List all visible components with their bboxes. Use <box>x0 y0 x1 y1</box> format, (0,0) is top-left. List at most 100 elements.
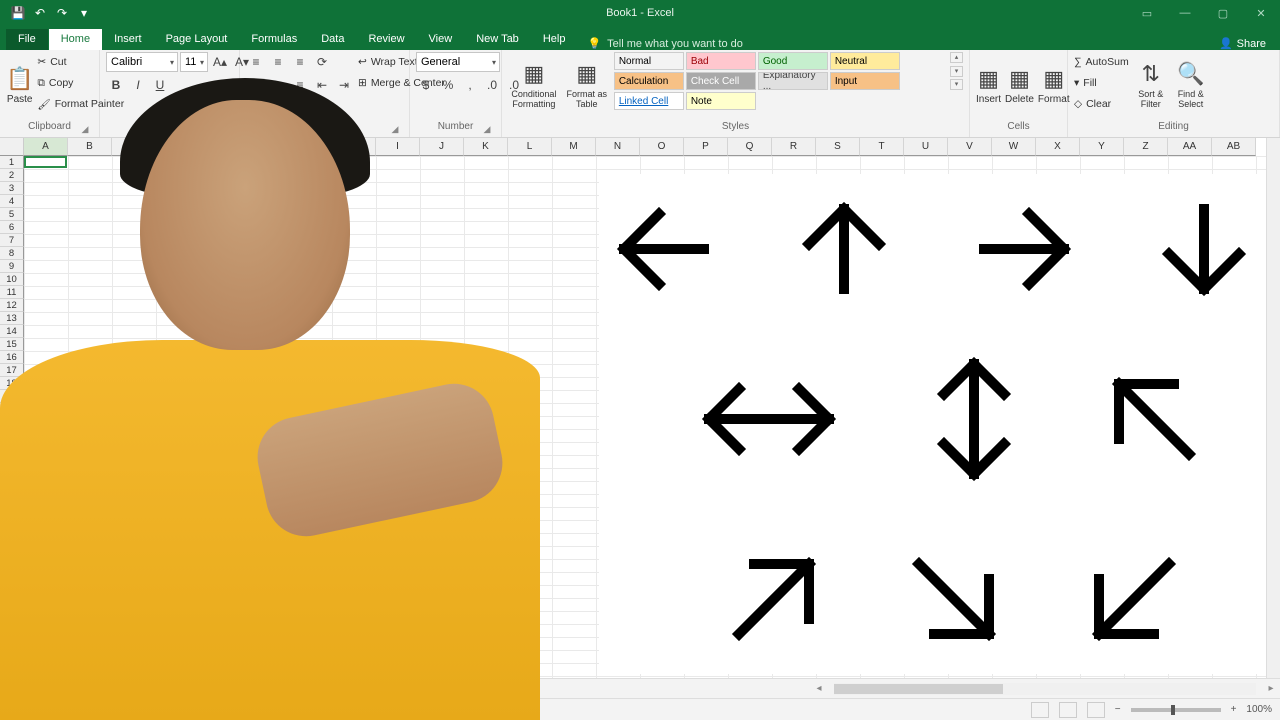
undo-icon[interactable]: ↶ <box>32 5 48 21</box>
row-header-18[interactable]: 18 <box>0 377 24 390</box>
row-header-17[interactable]: 17 <box>0 364 24 377</box>
view-normal-icon[interactable] <box>1031 702 1049 718</box>
row-header-7[interactable]: 7 <box>0 234 24 247</box>
zoom-in-icon[interactable]: + <box>1231 704 1237 715</box>
row-header-15[interactable]: 15 <box>0 338 24 351</box>
styles-up-icon[interactable]: ▴ <box>950 52 963 63</box>
vertical-scrollbar[interactable] <box>1266 138 1280 678</box>
hscroll-left-icon[interactable]: ◂ <box>810 683 828 694</box>
row-header-23[interactable]: 23 <box>0 442 24 455</box>
row-header-11[interactable]: 11 <box>0 286 24 299</box>
col-header-V[interactable]: V <box>948 138 992 156</box>
col-header-T[interactable]: T <box>860 138 904 156</box>
styles-down-icon[interactable]: ▾ <box>950 66 963 77</box>
align-bottom-icon[interactable]: ≡ <box>290 52 310 72</box>
col-header-I[interactable]: I <box>376 138 420 156</box>
percent-icon[interactable]: % <box>438 75 458 95</box>
row-header-10[interactable]: 10 <box>0 273 24 286</box>
number-launcher[interactable]: ◢ <box>481 124 493 136</box>
col-header-AB[interactable]: AB <box>1212 138 1256 156</box>
row-header-21[interactable]: 21 <box>0 416 24 429</box>
close-icon[interactable]: ✕ <box>1242 0 1280 26</box>
row-header-14[interactable]: 14 <box>0 325 24 338</box>
delete-cells-button[interactable]: ▦Delete <box>1005 52 1034 118</box>
col-header-R[interactable]: R <box>772 138 816 156</box>
italic-button[interactable]: I <box>128 75 148 95</box>
view-page-break-icon[interactable] <box>1087 702 1105 718</box>
align-top-icon[interactable]: ≡ <box>246 52 266 72</box>
col-header-C[interactable]: C <box>112 138 156 156</box>
font-size-combo[interactable]: 11▾ <box>180 52 208 72</box>
col-header-D[interactable]: D <box>156 138 200 156</box>
indent-dec-icon[interactable]: ⇤ <box>312 75 332 95</box>
insert-cells-button[interactable]: ▦Insert <box>976 52 1001 118</box>
row-header-9[interactable]: 9 <box>0 260 24 273</box>
ribbon-options-icon[interactable]: ▭ <box>1128 0 1166 26</box>
minimize-icon[interactable]: — <box>1166 0 1204 26</box>
font-name-combo[interactable]: Calibri▾ <box>106 52 178 72</box>
horizontal-scrollbar[interactable] <box>834 683 1256 695</box>
underline-button[interactable]: U <box>150 75 170 95</box>
col-header-P[interactable]: P <box>684 138 728 156</box>
col-header-L[interactable]: L <box>508 138 552 156</box>
tell-me-search[interactable]: 💡 Tell me what you want to do <box>577 37 752 50</box>
row-header-6[interactable]: 6 <box>0 221 24 234</box>
font-launcher[interactable]: ◢ <box>219 124 231 136</box>
hscroll-right-icon[interactable]: ▸ <box>1262 683 1280 694</box>
style-note[interactable]: Note <box>686 92 756 110</box>
styles-more-icon[interactable]: ▾ <box>950 79 963 90</box>
style-calculation[interactable]: Calculation <box>614 72 684 90</box>
accounting-icon[interactable]: $ <box>416 75 436 95</box>
align-center-icon[interactable]: ≡ <box>268 75 288 95</box>
bold-button[interactable]: B <box>106 75 126 95</box>
tab-home[interactable]: Home <box>49 29 102 50</box>
col-header-K[interactable]: K <box>464 138 508 156</box>
col-header-J[interactable]: J <box>420 138 464 156</box>
col-header-N[interactable]: N <box>596 138 640 156</box>
cell-grid[interactable] <box>24 156 1266 678</box>
format-cells-button[interactable]: ▦Format <box>1038 52 1070 118</box>
align-left-icon[interactable]: ≡ <box>246 75 266 95</box>
align-right-icon[interactable]: ≡ <box>290 75 310 95</box>
redo-icon[interactable]: ↷ <box>54 5 70 21</box>
zoom-out-icon[interactable]: − <box>1115 704 1121 715</box>
alignment-launcher[interactable]: ◢ <box>389 124 401 136</box>
col-header-Y[interactable]: Y <box>1080 138 1124 156</box>
col-header-F[interactable]: F <box>244 138 288 156</box>
style-linked-cell[interactable]: Linked Cell <box>614 92 684 110</box>
row-header-8[interactable]: 8 <box>0 247 24 260</box>
indent-inc-icon[interactable]: ⇥ <box>334 75 354 95</box>
comma-icon[interactable]: , <box>460 75 480 95</box>
col-header-H[interactable]: H <box>332 138 376 156</box>
inc-decimal-icon[interactable]: .0 <box>482 75 502 95</box>
row-header-16[interactable]: 16 <box>0 351 24 364</box>
row-header-5[interactable]: 5 <box>0 208 24 221</box>
row-header-12[interactable]: 12 <box>0 299 24 312</box>
col-header-U[interactable]: U <box>904 138 948 156</box>
col-header-W[interactable]: W <box>992 138 1036 156</box>
col-header-Q[interactable]: Q <box>728 138 772 156</box>
col-header-G[interactable]: G <box>288 138 332 156</box>
row-header-13[interactable]: 13 <box>0 312 24 325</box>
style-normal[interactable]: Normal <box>614 52 684 70</box>
col-header-Z[interactable]: Z <box>1124 138 1168 156</box>
style-bad[interactable]: Bad <box>686 52 756 70</box>
tab-formulas[interactable]: Formulas <box>239 29 309 50</box>
maximize-icon[interactable]: ▢ <box>1204 0 1242 26</box>
col-header-M[interactable]: M <box>552 138 596 156</box>
col-header-AA[interactable]: AA <box>1168 138 1212 156</box>
col-header-O[interactable]: O <box>640 138 684 156</box>
tab-review[interactable]: Review <box>356 29 416 50</box>
clear-button[interactable]: ◇Clear <box>1074 94 1129 114</box>
fill-button[interactable]: ▾Fill <box>1074 73 1129 93</box>
tab-data[interactable]: Data <box>309 29 356 50</box>
format-as-table-button[interactable]: ▦Format as Table <box>564 52 610 118</box>
row-header-4[interactable]: 4 <box>0 195 24 208</box>
align-middle-icon[interactable]: ≡ <box>268 52 288 72</box>
save-icon[interactable]: 💾 <box>10 5 26 21</box>
find-select-button[interactable]: 🔍Find & Select <box>1173 52 1209 118</box>
tab-file[interactable]: File <box>6 29 48 50</box>
conditional-formatting-button[interactable]: ▦Conditional Formatting <box>508 52 560 118</box>
row-header-20[interactable]: 20 <box>0 403 24 416</box>
tab-page-layout[interactable]: Page Layout <box>154 29 240 50</box>
